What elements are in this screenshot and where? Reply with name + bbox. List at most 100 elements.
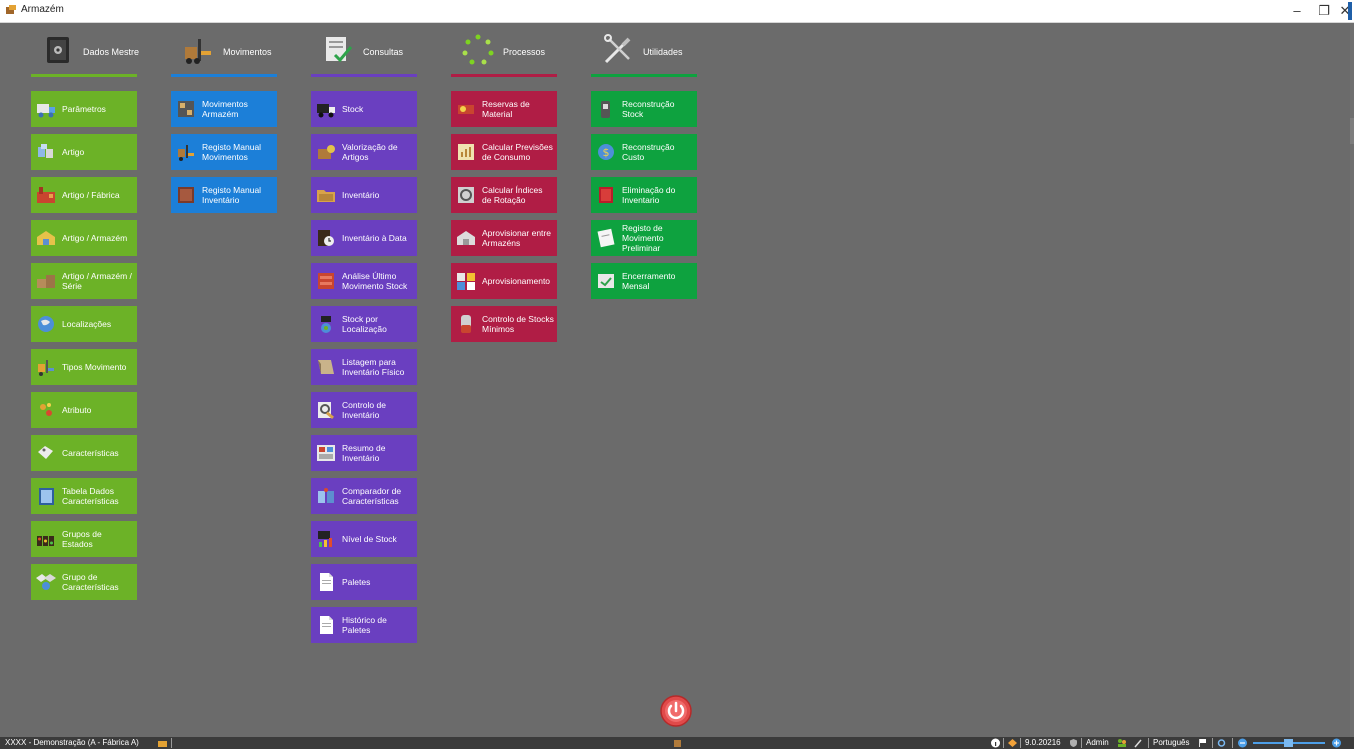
column-consultas: Consultas [311,30,417,77]
tile-label: Artigo / Fábrica [62,190,120,200]
scrollbar[interactable] [1350,23,1354,737]
zoom-out-icon[interactable] [1237,738,1248,748]
tile-paletes[interactable]: Paletes [311,564,417,600]
tile-reconstrucao-custo[interactable]: $ Reconstrução Custo [591,134,697,170]
rotation-icon [458,187,474,203]
shield-icon[interactable] [1068,738,1079,748]
tile-stock-por-localizacao[interactable]: Stock por Localização [311,306,417,342]
tile-label: Eliminação do Inventario [622,185,676,205]
tools-icon[interactable] [1133,738,1144,748]
tile-resumo-de-inventario[interactable]: Resumo de Inventário [311,435,417,471]
truck-icon [37,104,55,118]
tile-eliminacao-do-inventario[interactable]: Eliminação do Inventario [591,177,697,213]
company-label[interactable]: XXXX - Demonstração (A - Fábrica A) [5,737,139,749]
minimize-button[interactable]: – [1285,2,1309,20]
cabinet-icon [318,273,334,289]
window-titlebar: Armazém – ❐ ✕ [0,0,1354,23]
boxes-icon [38,144,53,158]
tile-registo-manual-inventario[interactable]: Registo Manual Inventário [171,177,277,213]
zoom-slider-thumb[interactable] [1284,739,1293,747]
tile-stock[interactable]: Stock [311,91,417,127]
tile-calcular-indices-de-rotacao[interactable]: Calcular Índices de Rotação [451,177,557,213]
tile-calcular-previsoes-de-consumo[interactable]: Calcular Previsões de Consumo [451,134,557,170]
app-mini-icon [674,740,681,747]
tile-controlo-de-inventario[interactable]: Controlo de Inventário [311,392,417,428]
header-dados-mestre[interactable]: Dados Mestre [31,30,140,77]
tile-tabela-dados-caracteristicas[interactable]: Tabela Dados Características [31,478,137,514]
settings-icon[interactable] [1216,738,1227,748]
transfer-icon [457,231,475,245]
tile-label: Inventário à Data [342,233,407,243]
factory-icon [37,187,55,203]
tile-inventario-a-data[interactable]: Inventário à Data [311,220,417,256]
tile-label: Paletes [342,577,371,587]
zoom-in-icon[interactable] [1331,738,1342,748]
tile-label: Reconstrução Custo [622,142,675,162]
valuation-icon [318,145,335,159]
forklift-icon [178,145,194,161]
tile-atributo[interactable]: Atributo [31,392,137,428]
series-icon [37,275,55,288]
tile-grupos-de-estados[interactable]: Grupos de Estados [31,521,137,557]
tile-artigo-armazem[interactable]: Artigo / Armazém [31,220,137,256]
tile-artigo-armazem-serie[interactable]: Artigo / Armazém / Série [31,263,137,299]
note-icon [597,228,615,248]
tile-label: Análise Último Movimento Stock [342,271,408,291]
tile-localizacoes[interactable]: Localizações [31,306,137,342]
tile-registo-manual-movimentos[interactable]: Registo Manual Movimentos [171,134,277,170]
tile-aprovisionar-entre-armazens[interactable]: Aprovisionar entre Armazéns [451,220,557,256]
tile-artigo[interactable]: Artigo [31,134,137,170]
tile-aprovisionamento[interactable]: Aprovisionamento [451,263,557,299]
tile-valorizacao-de-artigos[interactable]: Valorização de Artigos [311,134,417,170]
tile-movimentos-armazem[interactable]: Movimentos Armazém [171,91,277,127]
tile-historico-de-paletes[interactable]: Histórico de Paletes [311,607,417,643]
tile-tipos-movimento[interactable]: Tipos Movimento [31,349,137,385]
attribute-icon [40,403,52,416]
power-icon[interactable] [660,695,692,727]
tile-label: Histórico de Paletes [342,615,387,635]
company-icon[interactable] [157,738,168,748]
tools-icon [604,34,631,64]
company-settings-icon[interactable] [1007,738,1018,748]
tile-label: Parâmetros [62,104,106,114]
tile-label: Registo de Movimento Preliminar [622,223,664,253]
tile-reconstrucao-stock[interactable]: Reconstrução Stock [591,91,697,127]
tile-label: Movimentos Armazém [202,99,248,119]
header-processos[interactable]: Processos [451,30,557,77]
tile-comparador-de-caracteristicas[interactable]: Comparador de Características [311,478,417,514]
compare-icon [318,488,334,503]
tile-artigo-fabrica[interactable]: Artigo / Fábrica [31,177,137,213]
clock-icon [318,230,334,246]
tile-label: Controlo de Inventário [342,400,386,420]
flag-icon[interactable] [1197,738,1208,748]
tile-inventario[interactable]: Inventário [311,177,417,213]
tile-grupo-de-caracteristicas[interactable]: Grupo de Características [31,564,137,600]
header-consultas[interactable]: Consultas [311,30,417,77]
header-label: Dados Mestre [83,47,140,57]
tile-reservas-de-material[interactable]: Reservas de Material [451,91,557,127]
tile-controlo-de-stocks-minimos[interactable]: Controlo de Stocks Mínimos [451,306,557,342]
table-icon [39,488,54,505]
tile-label: Artigo [62,147,85,157]
tile-label: Comparador de Características [342,486,402,506]
tile-registo-de-movimento-preliminar[interactable]: Registo de Movimento Preliminar [591,220,697,256]
tile-nivel-de-stock[interactable]: Nível de Stock [311,521,417,557]
tile-caracteristicas[interactable]: Características [31,435,137,471]
language-label[interactable]: Português [1153,737,1189,749]
reservation-icon [458,105,474,114]
header-utilidades[interactable]: Utilidades [591,30,697,77]
tile-label: Stock por Localização [342,314,387,334]
info-icon[interactable] [990,738,1001,748]
tile-analise-ultimo-movimento-stock[interactable]: Análise Último Movimento Stock [311,263,417,299]
header-movimentos[interactable]: Movimentos [171,30,277,77]
header-label: Consultas [363,47,404,57]
tile-parametros[interactable]: Parâmetros [31,91,137,127]
tile-encerramento-mensal[interactable]: Encerramento Mensal [591,263,697,299]
summary-icon [317,445,335,461]
user-label[interactable]: Admin [1086,737,1109,749]
tile-label: Controlo de Stocks Mínimos [482,314,554,334]
tile-label: Aprovisionamento [482,276,551,286]
users-icon[interactable] [1116,738,1127,748]
tile-listagem-inventario-fisico[interactable]: Listagem para Inventário Físico [311,349,417,385]
cost-icon: $ [598,144,614,160]
